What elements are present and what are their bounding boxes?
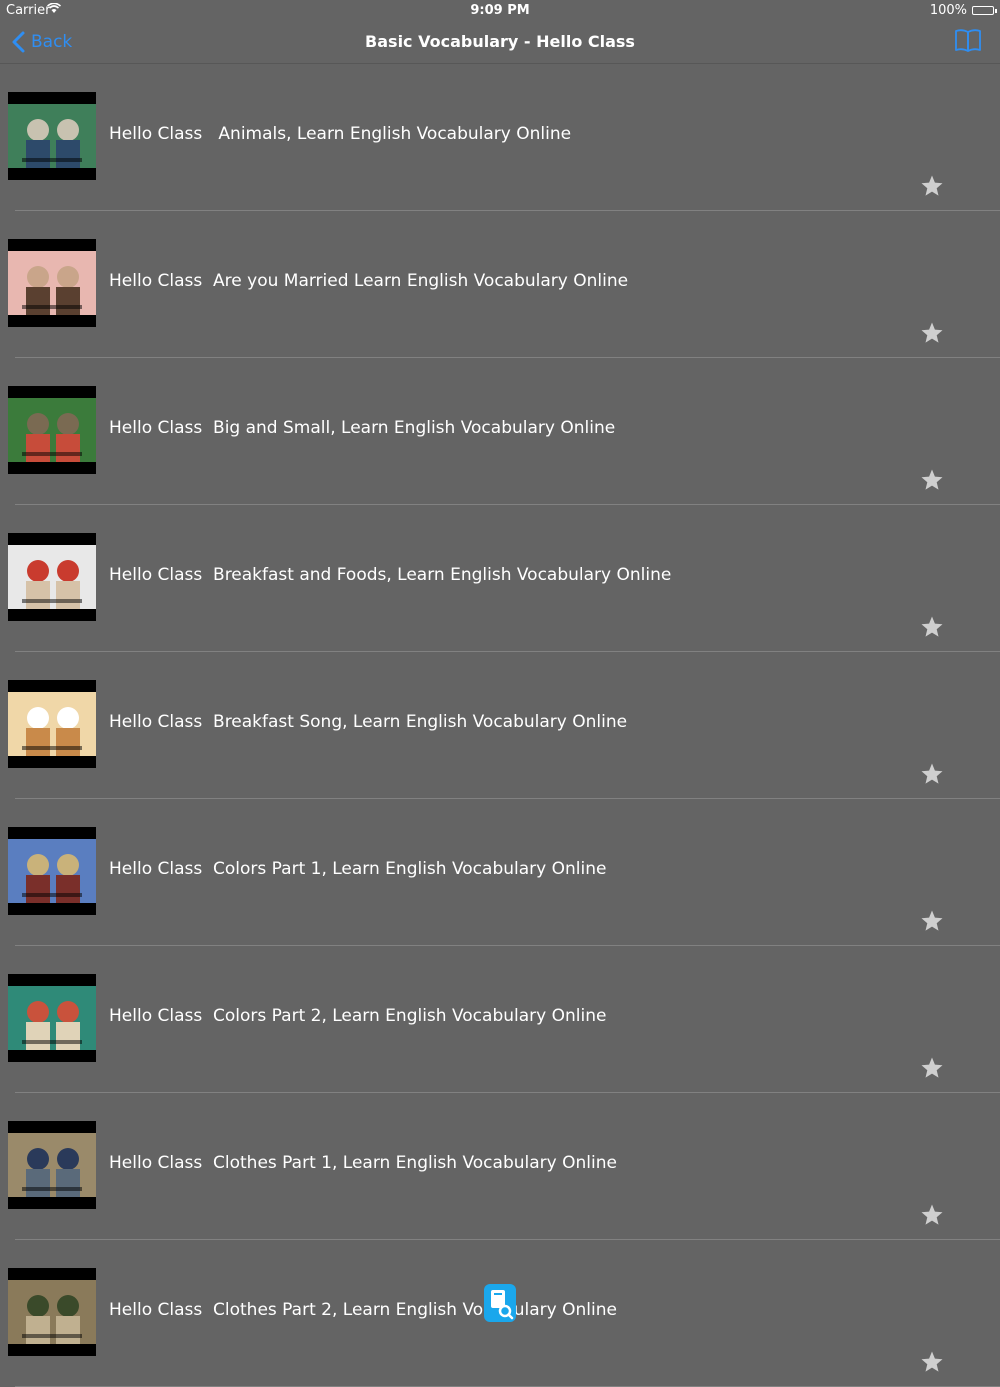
video-thumbnail[interactable] xyxy=(8,386,96,474)
video-thumbnail[interactable] xyxy=(8,974,96,1062)
list-item[interactable]: Hello Class Breakfast Song, Learn Englis… xyxy=(8,652,1000,799)
video-title: Hello Class Clothes Part 1, Learn Englis… xyxy=(109,1153,617,1173)
star-icon[interactable] xyxy=(920,762,944,786)
battery-percent: 100% xyxy=(929,3,967,18)
star-icon[interactable] xyxy=(920,174,944,198)
star-icon[interactable] xyxy=(920,1203,944,1227)
video-thumbnail[interactable] xyxy=(8,1268,96,1356)
video-thumbnail[interactable] xyxy=(8,1121,96,1209)
book-icon[interactable] xyxy=(954,28,982,54)
star-icon[interactable] xyxy=(920,615,944,639)
video-list: Hello Class Animals, Learn English Vocab… xyxy=(0,64,1000,1387)
video-thumbnail[interactable] xyxy=(8,827,96,915)
video-thumbnail[interactable] xyxy=(8,239,96,327)
star-icon[interactable] xyxy=(920,1056,944,1080)
list-item[interactable]: Hello Class Colors Part 2, Learn English… xyxy=(8,946,1000,1093)
list-item[interactable]: Hello Class Animals, Learn English Vocab… xyxy=(8,64,1000,211)
star-icon[interactable] xyxy=(920,909,944,933)
star-icon[interactable] xyxy=(920,468,944,492)
video-title: Hello Class Big and Small, Learn English… xyxy=(109,418,616,438)
star-icon[interactable] xyxy=(920,1350,944,1374)
video-title: Hello Class Animals, Learn English Vocab… xyxy=(109,124,572,144)
status-time: 9:09 PM xyxy=(470,3,530,18)
star-icon[interactable] xyxy=(920,321,944,345)
video-title: Hello Class Colors Part 2, Learn English… xyxy=(109,1006,607,1026)
list-item[interactable]: Hello Class Colors Part 1, Learn English… xyxy=(8,799,1000,946)
battery-icon xyxy=(972,6,997,15)
video-thumbnail[interactable] xyxy=(8,680,96,768)
list-item[interactable]: Hello Class Clothes Part 1, Learn Englis… xyxy=(8,1093,1000,1240)
navigation-bar: Back Basic Vocabulary - Hello Class xyxy=(0,22,1000,64)
list-item[interactable]: Hello Class Breakfast and Foods, Learn E… xyxy=(8,505,1000,652)
video-title: Hello Class Breakfast Song, Learn Englis… xyxy=(109,712,628,732)
video-title: Hello Class Breakfast and Foods, Learn E… xyxy=(109,565,672,585)
list-item[interactable]: Hello Class Big and Small, Learn English… xyxy=(8,358,1000,505)
video-title: Hello Class Colors Part 1, Learn English… xyxy=(109,859,607,879)
video-thumbnail[interactable] xyxy=(8,533,96,621)
video-thumbnail[interactable] xyxy=(8,92,96,180)
dictionary-search-icon[interactable] xyxy=(484,1284,516,1322)
video-title: Hello Class Clothes Part 2, Learn Englis… xyxy=(109,1300,617,1320)
list-item[interactable]: Hello Class Are you Married Learn Englis… xyxy=(8,211,1000,358)
page-title: Basic Vocabulary - Hello Class xyxy=(365,32,635,51)
video-title: Hello Class Are you Married Learn Englis… xyxy=(109,271,629,291)
status-bar: Carrier 9:09 PM 100% xyxy=(0,0,1000,22)
